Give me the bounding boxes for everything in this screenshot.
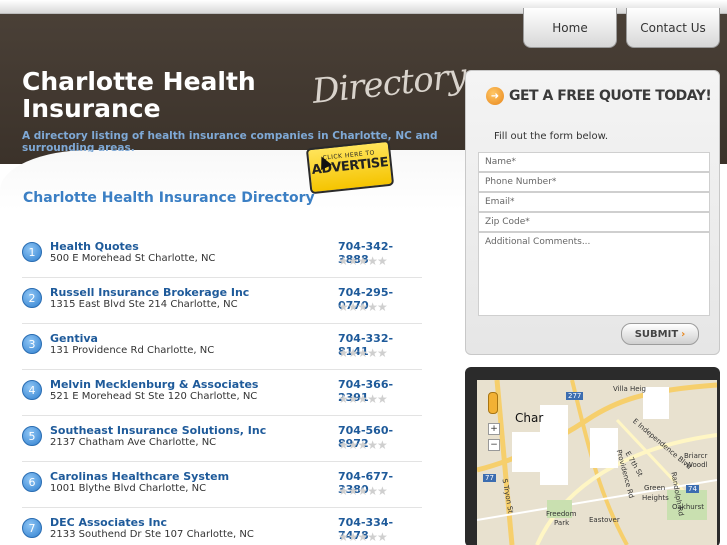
quote-title: GET A FREE QUOTE TODAY!: [509, 88, 712, 104]
listing-name-link[interactable]: Russell Insurance Brokerage Inc: [50, 286, 249, 299]
listing-name-link[interactable]: Carolinas Healthcare System: [50, 470, 229, 483]
quote-header: ➜ GET A FREE QUOTE TODAY!: [486, 87, 712, 105]
list-number-icon: 4: [22, 380, 42, 400]
list-item: 6 Carolinas Healthcare System 1001 Blyth…: [22, 462, 422, 508]
listing-address: 521 E Morehead St Ste 120 Charlotte, NC: [50, 391, 258, 402]
rating-stars-icon[interactable]: ★★★★★: [338, 438, 388, 452]
map-label: Briarcr: [684, 452, 708, 460]
site-title: Charlotte Health Insurance: [22, 67, 256, 123]
map-zoom-control: + −: [488, 423, 500, 463]
name-field[interactable]: Name*: [478, 152, 710, 172]
listing-name-link[interactable]: Melvin Mecklenburg & Associates: [50, 378, 258, 391]
list-item: 1 Health Quotes 500 E Morehead St Charlo…: [22, 232, 422, 278]
list-number-icon: 7: [22, 518, 42, 538]
directory-heading: Charlotte Health Insurance Directory: [23, 190, 315, 206]
arrow-right-icon: ➜: [486, 87, 504, 105]
map-tile-gap: [643, 387, 669, 419]
phone-field[interactable]: Phone Number*: [478, 172, 710, 192]
submit-button[interactable]: SUBMIT ›: [621, 323, 699, 345]
listing-name-link[interactable]: Southeast Insurance Solutions, Inc: [50, 424, 266, 437]
map-label: Park: [554, 519, 570, 527]
listing-name-link[interactable]: Gentiva: [50, 332, 98, 345]
nav-home-button[interactable]: Home: [523, 8, 617, 48]
map-label: Eastover: [589, 516, 620, 524]
listing-address: 131 Providence Rd Charlotte, NC: [50, 345, 215, 356]
site-tagline: A directory listing of health insurance …: [22, 130, 438, 152]
nav-contact-button[interactable]: Contact Us: [626, 8, 720, 48]
map-label: Villa Heig: [613, 385, 646, 393]
listing-address: 1001 Blythe Blvd Charlotte, NC: [50, 483, 207, 494]
list-number-icon: 3: [22, 334, 42, 354]
listing-address: 2133 Southend Dr Ste 107 Charlotte, NC: [50, 529, 254, 540]
map-label: Green: [644, 484, 666, 492]
listing-address: 1315 East Blvd Ste 214 Charlotte, NC: [50, 299, 238, 310]
highway-shield-icon: 277: [566, 392, 584, 400]
rating-stars-icon[interactable]: ★★★★★: [338, 346, 388, 360]
rating-stars-icon[interactable]: ★★★★★: [338, 530, 388, 544]
rating-stars-icon[interactable]: ★★★★★: [338, 484, 388, 498]
listing-name-link[interactable]: Health Quotes: [50, 240, 139, 253]
comments-field[interactable]: Additional Comments...: [478, 232, 710, 316]
quote-subtitle: Fill out the form below.: [494, 131, 609, 142]
highway-shield-icon: 74: [686, 485, 699, 493]
email-field[interactable]: Email*: [478, 192, 710, 212]
zip-field[interactable]: Zip Code*: [478, 212, 710, 232]
map-city-label: Char: [515, 411, 544, 425]
list-item: 3 Gentiva 131 Providence Rd Charlotte, N…: [22, 324, 422, 370]
listing-address: 500 E Morehead St Charlotte, NC: [50, 253, 216, 264]
list-number-icon: 2: [22, 288, 42, 308]
map-tile-gap: [512, 432, 540, 472]
listing-list: 1 Health Quotes 500 E Morehead St Charlo…: [22, 232, 422, 545]
listing-name-link[interactable]: DEC Associates Inc: [50, 516, 167, 529]
submit-label: SUBMIT: [634, 328, 679, 340]
zoom-out-button[interactable]: −: [488, 439, 500, 451]
rating-stars-icon[interactable]: ★★★★★: [338, 392, 388, 406]
listing-address: 2137 Chatham Ave Charlotte, NC: [50, 437, 217, 448]
list-number-icon: 1: [22, 242, 42, 262]
arrow-right-icon: ›: [681, 328, 686, 340]
list-number-icon: 5: [22, 426, 42, 446]
map-label: Heights: [642, 494, 669, 502]
pegman-icon[interactable]: [488, 392, 498, 414]
top-bar: [0, 0, 727, 14]
list-item: 7 DEC Associates Inc 2133 Southend Dr St…: [22, 508, 422, 545]
quote-panel: ➜ GET A FREE QUOTE TODAY! Fill out the f…: [465, 70, 720, 355]
zoom-in-button[interactable]: +: [488, 423, 500, 435]
list-item: 4 Melvin Mecklenburg & Associates 521 E …: [22, 370, 422, 416]
map-tile-gap: [540, 405, 568, 485]
list-item: 2 Russell Insurance Brokerage Inc 1315 E…: [22, 278, 422, 324]
list-item: 5 Southeast Insurance Solutions, Inc 213…: [22, 416, 422, 462]
highway-shield-icon: 77: [483, 474, 496, 482]
rating-stars-icon[interactable]: ★★★★★: [338, 254, 388, 268]
map-tile-gap: [590, 428, 618, 468]
list-number-icon: 6: [22, 472, 42, 492]
rating-stars-icon[interactable]: ★★★★★: [338, 300, 388, 314]
map-label: Freedom: [546, 510, 577, 518]
